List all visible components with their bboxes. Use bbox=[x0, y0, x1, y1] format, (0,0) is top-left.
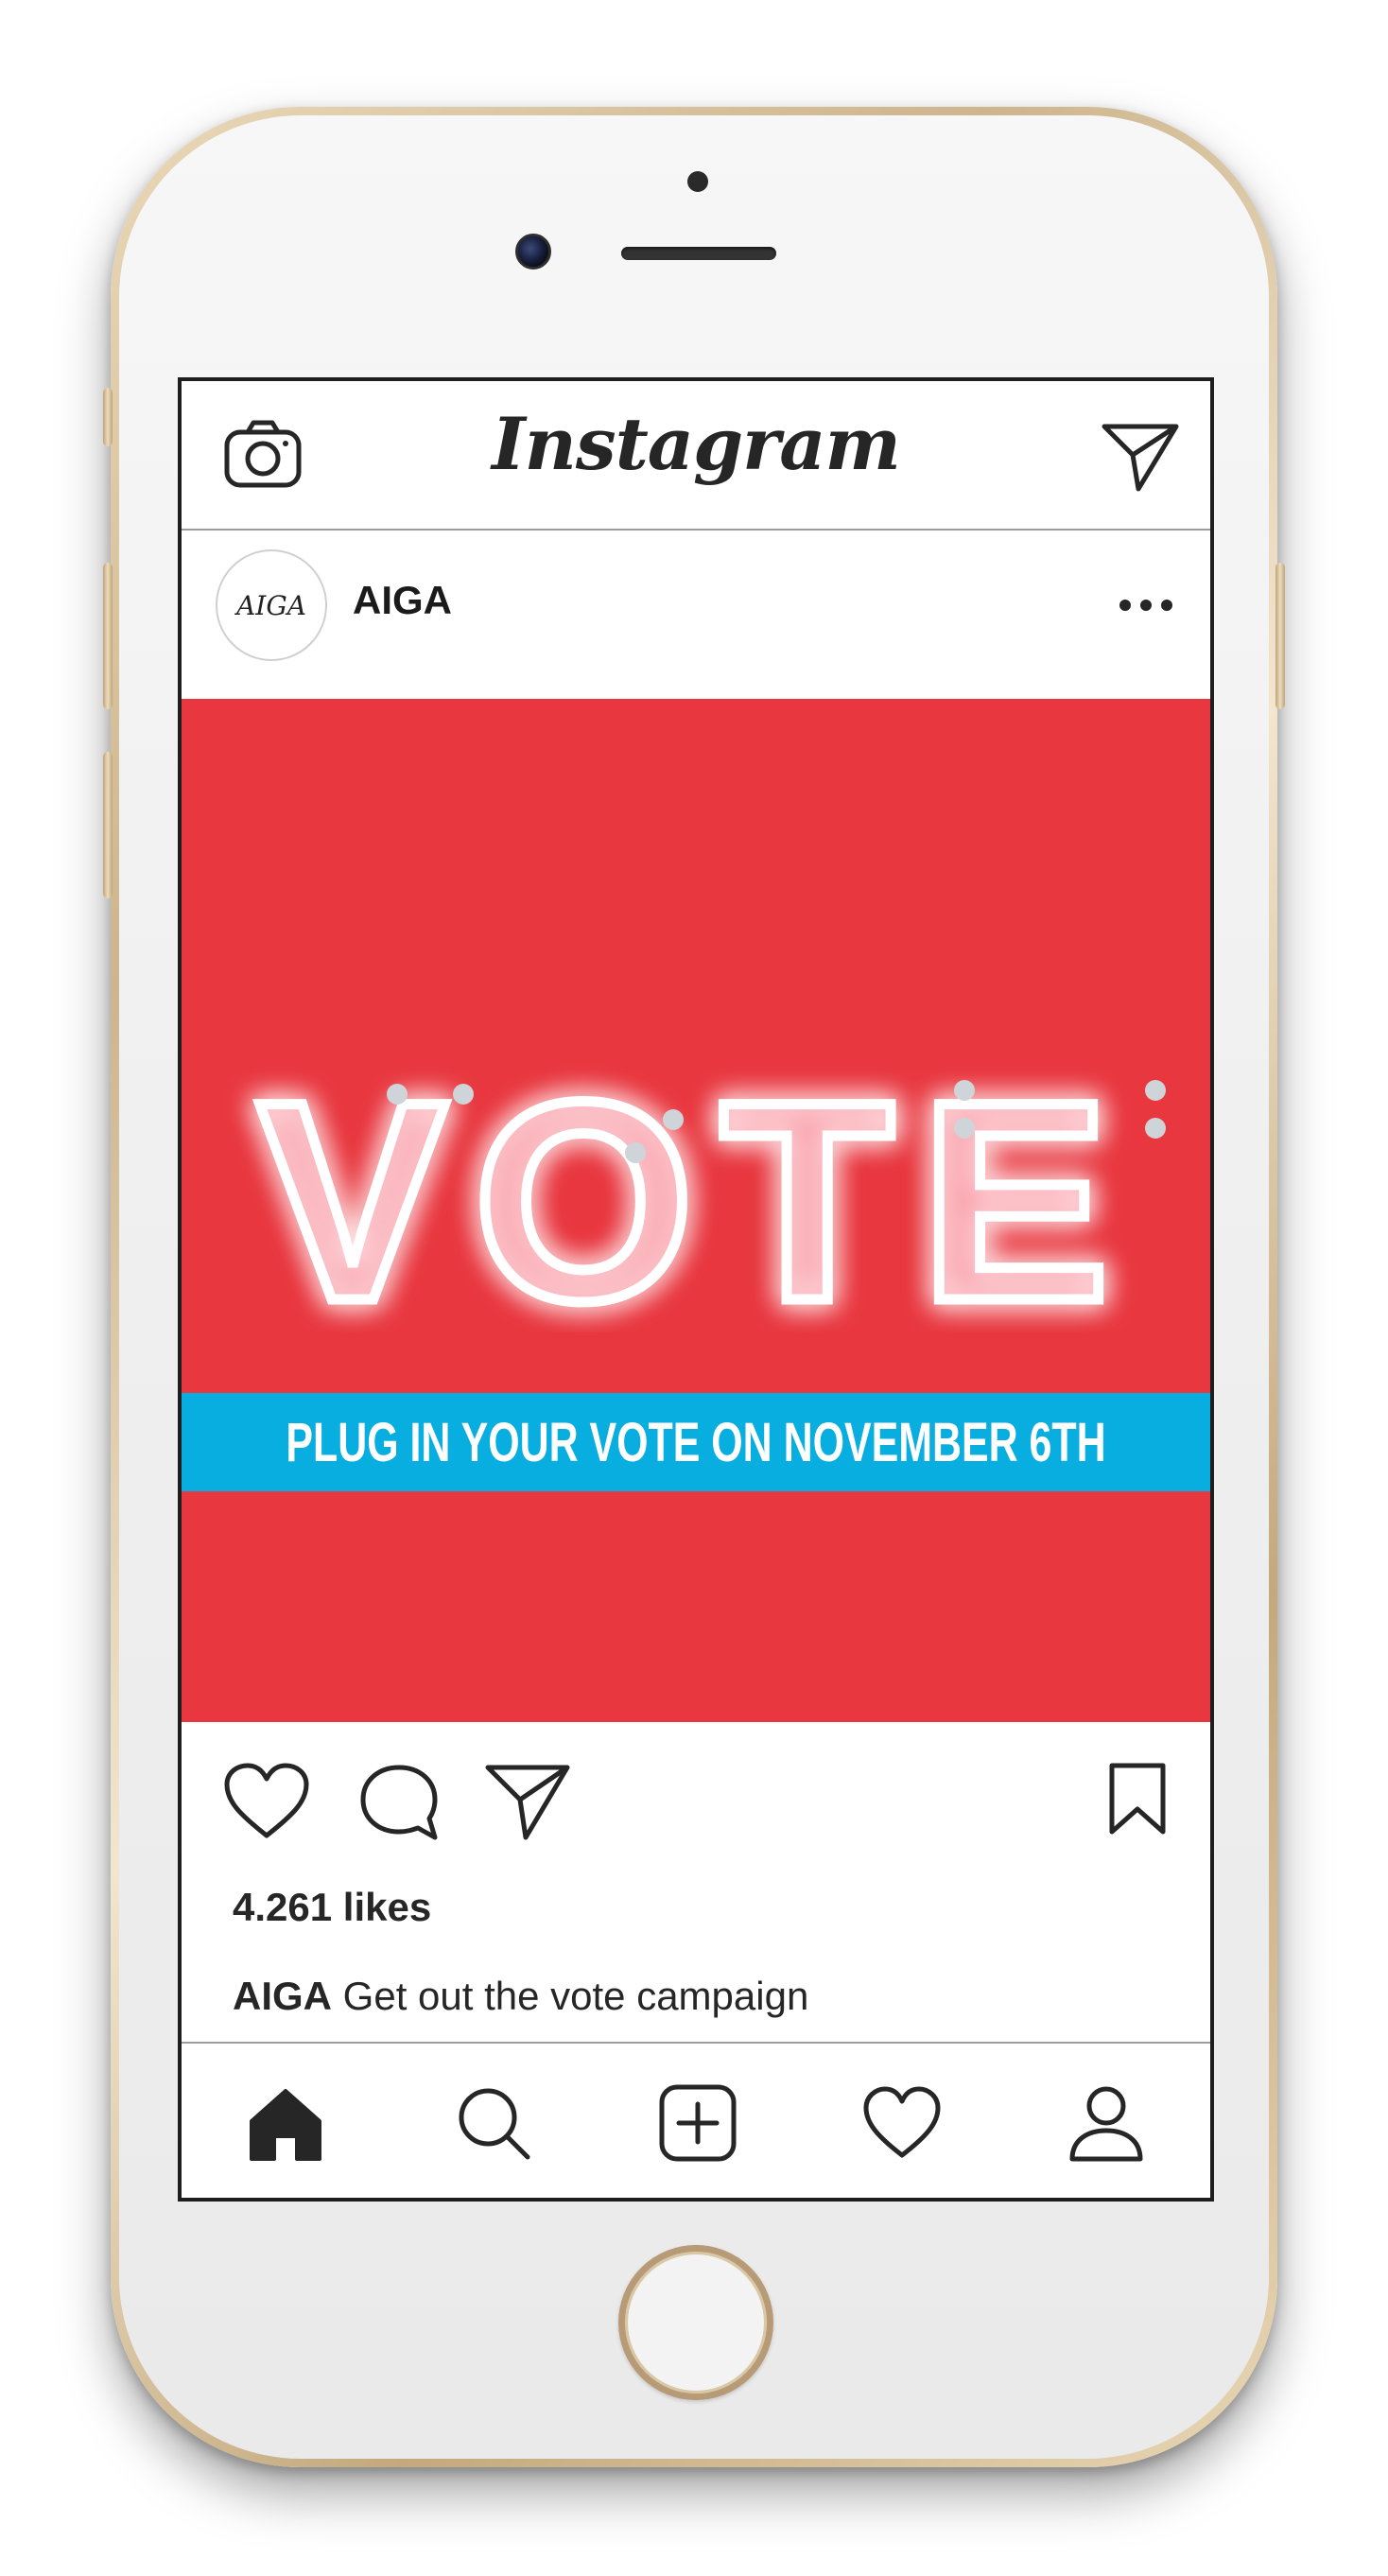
app-header: Instagram bbox=[182, 381, 1210, 531]
phone-screen: Instagram AIGA AIGA VOTE PLUG IN YOUR VO… bbox=[178, 377, 1214, 2202]
avatar[interactable]: AIGA bbox=[216, 549, 327, 661]
more-dots-icon[interactable] bbox=[1118, 597, 1174, 614]
proximity-sensor bbox=[687, 171, 708, 192]
caption-text: Get out the vote campaign bbox=[342, 1974, 809, 2018]
front-camera bbox=[515, 234, 551, 270]
heart-icon[interactable] bbox=[223, 1762, 310, 1841]
activity-heart-icon[interactable] bbox=[862, 2083, 942, 2163]
post-header: AIGA AIGA bbox=[182, 531, 1210, 699]
post-image[interactable]: VOTE PLUG IN YOUR VOTE ON NOVEMBER 6TH bbox=[182, 699, 1210, 1722]
post-actions bbox=[182, 1722, 1210, 1873]
paper-plane-icon[interactable] bbox=[1101, 421, 1180, 493]
caption-username[interactable]: AIGA bbox=[233, 1974, 332, 2018]
mute-switch bbox=[103, 388, 113, 446]
search-icon[interactable] bbox=[454, 2083, 533, 2163]
likes-count[interactable]: 4.261 likes bbox=[233, 1885, 431, 1930]
earpiece-speaker bbox=[621, 247, 776, 260]
post-caption: AIGA Get out the vote campaign bbox=[233, 1974, 808, 2019]
bookmark-icon[interactable] bbox=[1106, 1762, 1169, 1836]
volume-down-button bbox=[103, 752, 113, 898]
add-post-icon[interactable] bbox=[658, 2083, 737, 2163]
profile-icon[interactable] bbox=[1067, 2083, 1146, 2163]
vote-neon-headline: VOTE bbox=[252, 1049, 1166, 1332]
home-icon[interactable] bbox=[246, 2083, 325, 2163]
post-username[interactable]: AIGA bbox=[353, 578, 452, 623]
app-logo: Instagram bbox=[492, 402, 901, 486]
bottom-navigation bbox=[182, 2042, 1210, 2198]
home-button[interactable] bbox=[618, 2245, 773, 2400]
power-button bbox=[1275, 563, 1285, 709]
paper-plane-icon[interactable] bbox=[484, 1762, 571, 1841]
comment-icon[interactable] bbox=[357, 1762, 441, 1841]
vote-date-banner: PLUG IN YOUR VOTE ON NOVEMBER 6TH bbox=[182, 1393, 1210, 1491]
banner-text: PLUG IN YOUR VOTE ON NOVEMBER 6TH bbox=[286, 1411, 1106, 1473]
volume-up-button bbox=[103, 563, 113, 709]
